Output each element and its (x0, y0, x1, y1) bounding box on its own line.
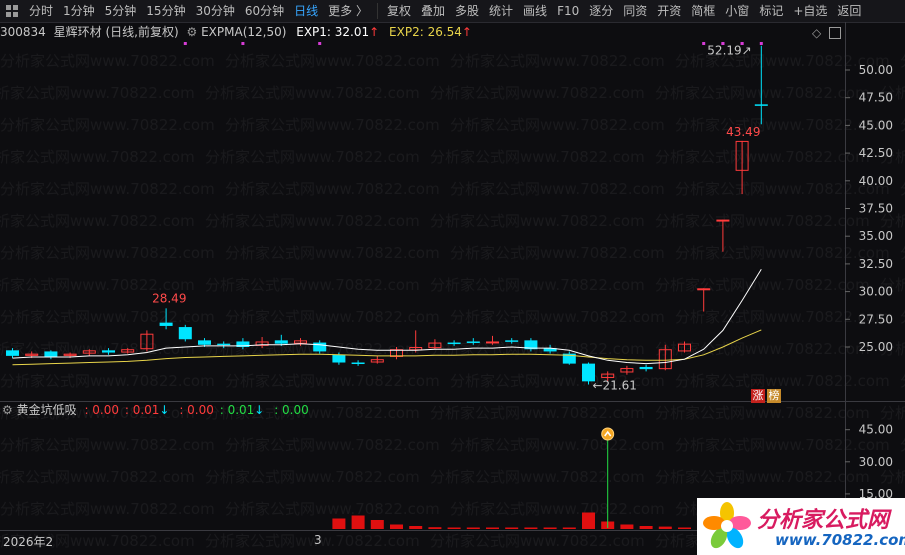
sub-value-4: : 0.01 (219, 403, 255, 417)
settings-icon[interactable]: ⚙ (187, 25, 198, 39)
candle-body (486, 341, 499, 344)
price-axis-label: 40.00 (859, 174, 893, 188)
marker-dot (759, 42, 763, 45)
exp1-value: EXP1: 32.01 (296, 25, 370, 39)
sub-bar (428, 527, 442, 529)
low-label: ←21.61 (593, 379, 637, 393)
candle-body (351, 362, 365, 365)
ranking-badge[interactable]: 榜 (767, 389, 781, 403)
stock-name: 星辉环材 (53, 25, 102, 39)
sub-bar (466, 527, 480, 529)
exp2-line (12, 329, 762, 366)
price-axis-label: 35.00 (859, 229, 893, 243)
sub-bar (370, 520, 384, 529)
candle-body (754, 104, 768, 106)
sub-value-2: : 0.01 (124, 403, 160, 417)
candle-body (716, 219, 730, 222)
sub-bar (505, 527, 519, 529)
candle-body (274, 340, 288, 344)
limit-up-badge[interactable]: 涨 (751, 389, 765, 403)
candle-body (217, 343, 231, 346)
indicator-name[interactable]: EXPMA(12,50) (201, 25, 286, 39)
sub-bar (486, 527, 499, 529)
price-axis-label: 50.00 (859, 63, 893, 77)
sub-bar (390, 524, 403, 529)
price-axis-label: 45.00 (859, 118, 893, 132)
candle-body (102, 350, 115, 353)
candle-body (44, 351, 58, 357)
marker-dot (241, 42, 245, 45)
marker-dot (183, 42, 187, 45)
candle-body (466, 341, 480, 343)
candle-body (505, 340, 519, 342)
price-axis-label: 30.00 (859, 285, 893, 299)
site-logo: 分析家公式网 www.70822.com (697, 498, 905, 555)
price-axis-label: 37.50 (859, 202, 893, 216)
sub-value-1: : 0.00 (84, 403, 120, 417)
price-axis-label: 42.50 (859, 146, 893, 160)
diamond-icon[interactable]: ◇ (812, 26, 821, 40)
sub-bar (562, 527, 576, 529)
marker-dot (702, 42, 706, 45)
sub-bar (582, 512, 595, 529)
candle-body (639, 366, 653, 370)
sub-bar (639, 526, 653, 529)
logo-url: www.70822.com (775, 531, 905, 549)
candle-body (697, 288, 711, 291)
price-axis-label: 47.50 (859, 91, 893, 105)
stock-code: 300834 (0, 25, 46, 39)
high-label: 43.49 (726, 125, 760, 139)
price-axis-label: 32.50 (859, 257, 893, 271)
exp2-value: EXP2: 26.54 (389, 25, 462, 39)
date-label-mar: 3 (314, 533, 322, 547)
sub-bar (678, 527, 691, 529)
candle-body (178, 327, 192, 340)
sub-value-5: : 0.00 (274, 403, 309, 417)
sub-indicator-name[interactable]: 黄金坑低吸 (17, 403, 77, 417)
sub-value-3: : 0.00 (179, 403, 214, 417)
sub-bar (658, 526, 672, 529)
top-label: 52.19↗ (707, 44, 751, 58)
logo-title: 分析家公式网 (757, 508, 890, 533)
sub-bar (409, 526, 423, 529)
settings-icon[interactable]: ⚙ (2, 403, 13, 417)
marker-dot (318, 42, 322, 45)
signal-icon (601, 427, 615, 441)
candle-body (313, 342, 327, 352)
down-arrow-icon: ↓ (254, 403, 265, 417)
chart-info-bar: 300834 星辉环材 (日线,前复权) ⚙ EXPMA(12,50) EXP1… (0, 24, 472, 40)
candle-body (332, 354, 346, 363)
price-axis-label: 25.00 (859, 340, 893, 354)
sub-bar (543, 527, 557, 529)
stock-mode: (日线,前复权) (105, 25, 179, 39)
down-arrow-icon: ↓ (159, 403, 170, 417)
sub-bar (524, 527, 538, 529)
sub-bar (351, 515, 365, 529)
candle-body (198, 340, 211, 345)
price-axis-label: 27.50 (859, 312, 893, 326)
sub-bar (332, 518, 346, 529)
candle-body (159, 322, 173, 326)
sub-axis-label: 45.00 (859, 423, 893, 437)
sub-bar (447, 527, 461, 529)
sub-indicator-bar: ⚙ 黄金坑低吸 : 0.00 : 0.01↓ : 0.00 : 0.01↓ : … (0, 402, 309, 418)
candle-body (447, 342, 461, 345)
kline-chart[interactable]: 50.00 47.50 45.00 42.50 40.00 37.50 35.00 32.50… (0, 0, 905, 555)
exp2-arrow-icon: ↑ (461, 25, 472, 39)
exp1-arrow-icon: ↑ (369, 25, 380, 39)
high-label: 28.49 (152, 291, 186, 305)
sub-bar (620, 524, 634, 529)
window-toggle-icon[interactable] (829, 27, 841, 39)
date-label-feb: 2026年2 (3, 535, 54, 549)
sub-axis-label: 30.00 (859, 455, 893, 469)
candle-body (6, 350, 19, 356)
